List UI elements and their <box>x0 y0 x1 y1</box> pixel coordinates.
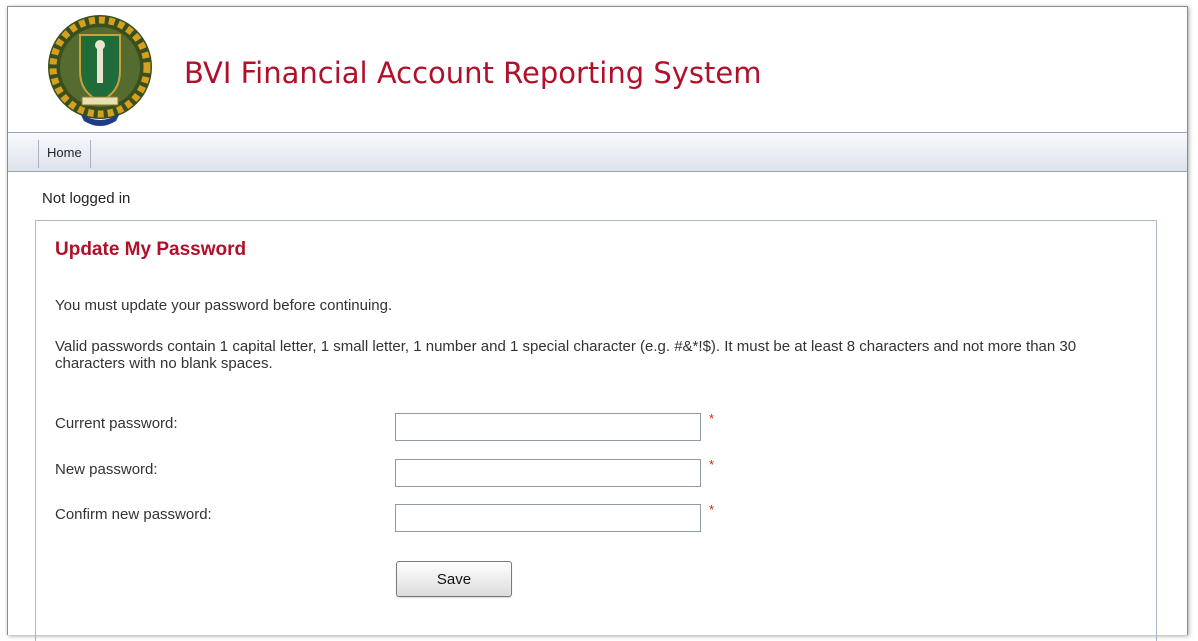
app-window: BVI Financial Account Reporting System H… <box>7 6 1188 641</box>
new-password-label: New password: <box>55 461 158 478</box>
confirm-password-label: Confirm new password: <box>55 506 212 523</box>
required-marker: * <box>709 411 715 426</box>
site-title: BVI Financial Account Reporting System <box>184 56 762 90</box>
panel-title: Update My Password <box>55 239 247 260</box>
required-marker: * <box>709 502 715 517</box>
site-header: BVI Financial Account Reporting System <box>8 7 1187 132</box>
current-password-input[interactable] <box>395 413 701 441</box>
current-password-label: Current password: <box>55 415 178 432</box>
main-nav: Home <box>8 132 1187 172</box>
new-password-input[interactable] <box>395 459 701 487</box>
confirm-password-input[interactable] <box>395 504 701 532</box>
login-status-text: Not logged in <box>42 190 131 207</box>
password-rules-text: Valid passwords contain 1 capital letter… <box>55 338 1077 372</box>
save-button[interactable]: Save <box>396 561 512 597</box>
nav-item-home[interactable]: Home <box>38 140 91 168</box>
required-marker: * <box>709 457 715 472</box>
intro-text: You must update your password before con… <box>55 297 393 314</box>
bvi-coat-of-arms-logo <box>48 15 152 126</box>
update-password-panel: Update My Password You must update your … <box>35 220 1157 641</box>
